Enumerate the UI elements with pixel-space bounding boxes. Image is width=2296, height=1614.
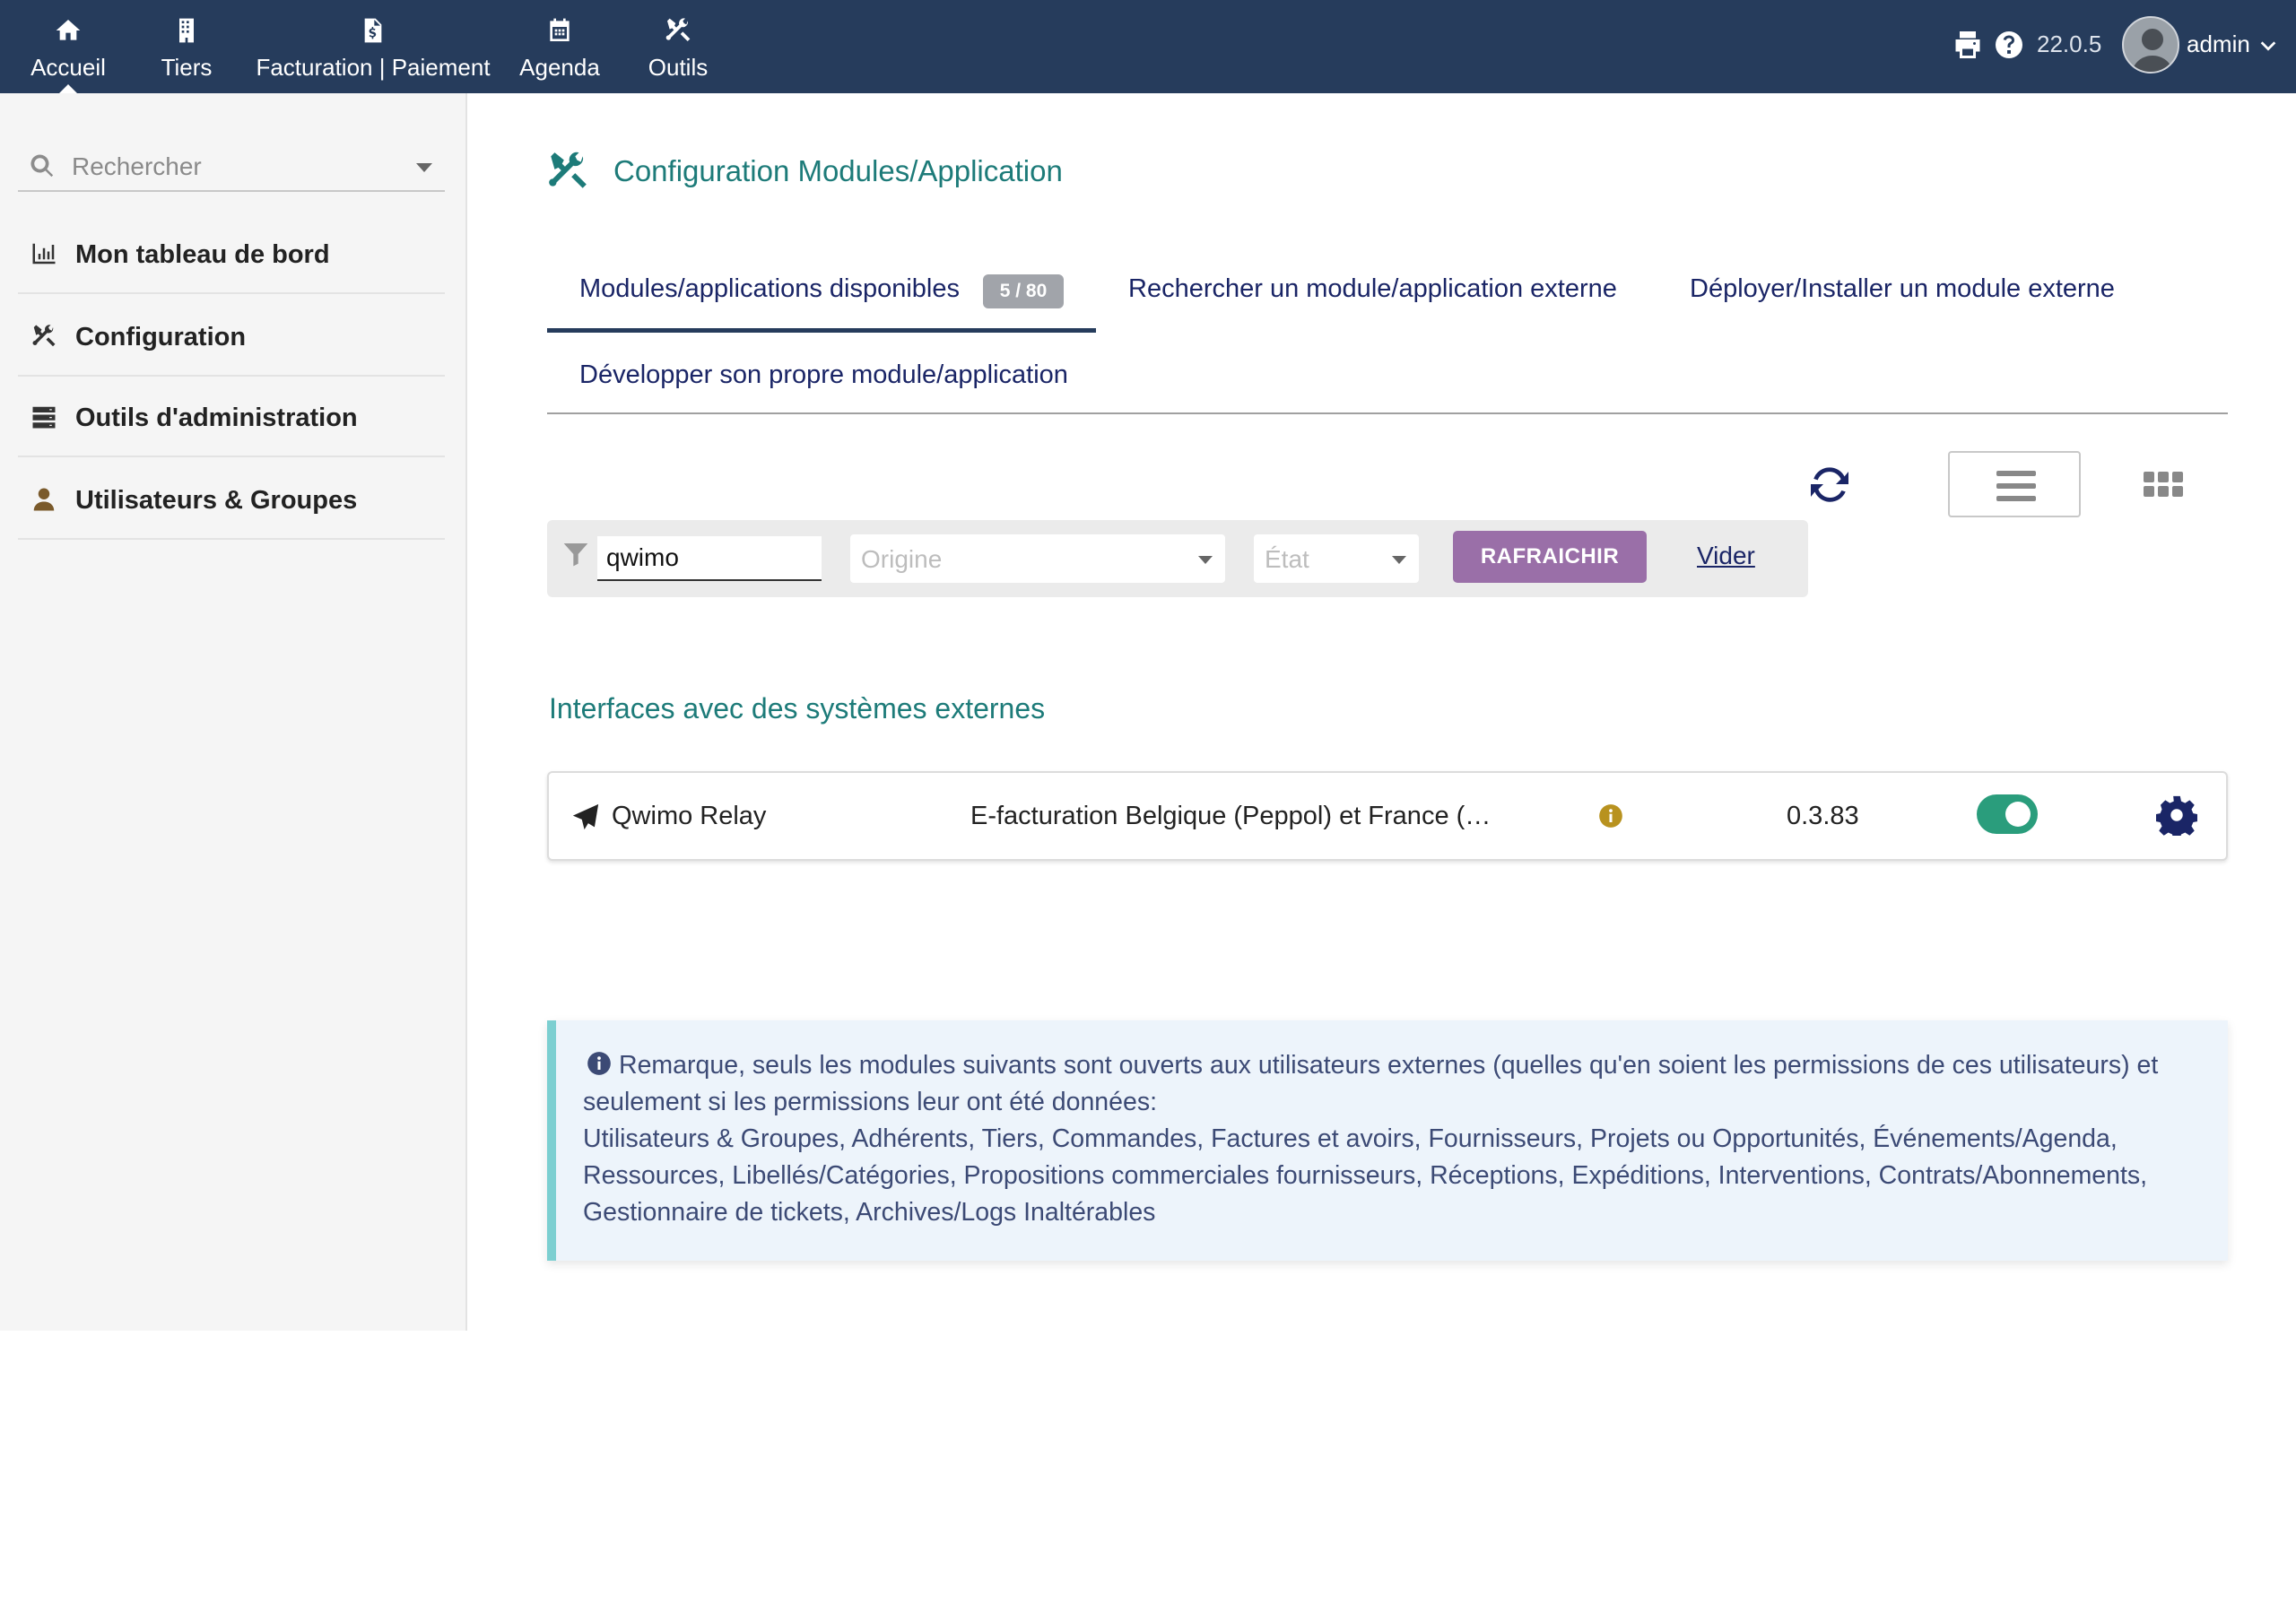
print-icon[interactable] — [1952, 29, 1984, 61]
nav-item-accueil[interactable]: Accueil — [18, 0, 118, 93]
tools-icon — [665, 18, 691, 41]
chevron-down-icon[interactable] — [2258, 36, 2278, 56]
origin-placeholder: Origine — [861, 545, 943, 573]
tab-available-modules[interactable]: Modules/applications disponibles — [579, 274, 960, 304]
invoice-dollar-icon — [364, 18, 382, 43]
calendar-icon — [550, 18, 570, 41]
note-line: Remarque, seuls les modules suivants son… — [619, 1051, 2159, 1080]
search-placeholder: Rechercher — [72, 152, 202, 180]
building-icon — [179, 18, 194, 43]
tab-deploy-external[interactable]: Déployer/Installer un module externe — [1690, 274, 2115, 304]
note-line: Utilisateurs & Groupes, Adhérents, Tiers… — [583, 1124, 2118, 1153]
list-view-button[interactable] — [1948, 451, 2081, 517]
nav-item-tiers[interactable]: Tiers — [144, 0, 230, 93]
paper-plane-icon — [572, 803, 599, 830]
sidebar-item-dashboard[interactable]: Mon tableau de bord — [18, 213, 445, 294]
module-version: 0.3.83 — [1787, 802, 1859, 830]
page-title: Configuration Modules/Application — [613, 154, 1063, 187]
server-icon — [32, 406, 56, 429]
help-icon[interactable] — [1993, 29, 2025, 61]
caret-down-icon — [1392, 556, 1406, 564]
module-description: E-facturation Belgique (Peppol) et Franc… — [970, 802, 1492, 830]
nav-item-facturation[interactable]: Facturation | Paiement — [253, 0, 493, 93]
module-row: Qwimo Relay E-facturation Belgique (Pepp… — [547, 771, 2228, 861]
module-count-badge: 5 / 80 — [983, 274, 1064, 308]
module-name: Qwimo Relay — [612, 802, 767, 830]
note-line: Gestionnaire de tickets, Archives/Logs I… — [583, 1198, 1156, 1227]
note-text: Remarque, seuls les modules suivants son… — [583, 1047, 2215, 1231]
user-silhouette-icon — [2131, 29, 2174, 72]
section-title: Interfaces avec des systèmes externes — [549, 692, 1046, 725]
caret-down-icon — [1198, 556, 1213, 564]
chart-bar-icon — [32, 243, 56, 265]
search-icon — [30, 154, 54, 178]
module-enable-toggle[interactable] — [1977, 794, 2038, 834]
tab-search-external[interactable]: Rechercher un module/application externe — [1128, 274, 1617, 304]
refresh-icon[interactable] — [1805, 459, 1855, 509]
avatar[interactable] — [2122, 16, 2179, 74]
grid-view-icon[interactable] — [2144, 470, 2183, 499]
sidebar-item-users-groups[interactable]: Utilisateurs & Groupes — [18, 459, 445, 540]
note-line: Ressources, Libellés/Catégories, Proposi… — [583, 1161, 2148, 1190]
gear-icon[interactable] — [2156, 794, 2197, 836]
clear-filter-link[interactable]: Vider — [1697, 542, 1755, 570]
sidebar-item-configuration[interactable]: Configuration — [18, 296, 445, 377]
nav-label: Accueil — [30, 54, 106, 81]
left-sidebar: Rechercher Mon tableau de bord Configura… — [0, 93, 467, 1331]
state-select[interactable]: État — [1254, 534, 1419, 583]
state-placeholder: État — [1265, 545, 1309, 573]
note-line: seulement si les permissions leur ont ét… — [583, 1088, 1158, 1116]
filter-icon — [563, 543, 588, 567]
sidebar-item-label: Outils d'administration — [75, 404, 358, 432]
refresh-button[interactable]: RAFRAICHIR — [1453, 531, 1647, 583]
nav-item-outils[interactable]: Outils — [633, 0, 723, 93]
user-icon — [33, 488, 55, 511]
tabs-divider — [547, 412, 2228, 414]
info-icon[interactable] — [1598, 803, 1623, 829]
version-number: 22.0.5 — [2037, 30, 2102, 57]
nav-label: Agenda — [519, 54, 600, 81]
active-tab-indicator — [547, 328, 1096, 333]
tools-icon — [32, 325, 56, 347]
origin-select[interactable]: Origine — [850, 534, 1225, 583]
home-icon — [56, 20, 81, 40]
tools-icon — [549, 152, 587, 188]
tab-develop-module[interactable]: Développer son propre module/application — [579, 360, 1068, 390]
info-note: Remarque, seuls les modules suivants son… — [547, 1020, 2228, 1261]
top-navigation-bar: Accueil Tiers Facturation | Paiement Age… — [0, 0, 2296, 93]
nav-label: Outils — [648, 54, 709, 81]
nav-label: Tiers — [161, 54, 213, 81]
sidebar-item-label: Configuration — [75, 323, 247, 351]
caret-down-icon[interactable] — [416, 163, 432, 172]
nav-item-agenda[interactable]: Agenda — [515, 0, 604, 93]
filter-bar: Origine État RAFRAICHIR Vider — [547, 520, 1808, 597]
sidebar-item-label: Mon tableau de bord — [75, 240, 330, 269]
sidebar-item-label: Utilisateurs & Groupes — [75, 486, 358, 515]
search-input[interactable]: Rechercher — [18, 140, 445, 192]
module-search-input[interactable] — [597, 536, 822, 581]
nav-label: Facturation | Paiement — [256, 54, 491, 81]
sidebar-item-admin-tools[interactable]: Outils d'administration — [18, 377, 445, 457]
username[interactable]: admin — [2187, 30, 2250, 58]
